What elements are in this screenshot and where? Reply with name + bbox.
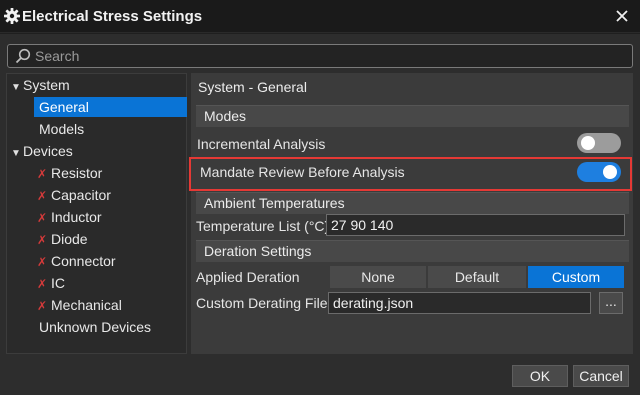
- deration-option-default[interactable]: Default: [428, 266, 526, 288]
- tree-node-inductor[interactable]: ✗ Inductor: [37, 207, 102, 227]
- window-title: Electrical Stress Settings: [22, 8, 203, 25]
- temperature-list-label: Temperature List (°C): [196, 218, 330, 234]
- section-modes: Modes: [196, 105, 629, 127]
- tree-node-label: Diode: [51, 231, 88, 247]
- tree-node-label: System: [23, 77, 70, 93]
- tree-node-label: Capacitor: [51, 187, 111, 203]
- close-icon[interactable]: [614, 8, 630, 24]
- tree-node-general[interactable]: General: [34, 97, 187, 117]
- device-icon: ✗: [37, 189, 48, 203]
- tree-node-label: Connector: [51, 253, 116, 269]
- incremental-analysis-toggle[interactable]: [577, 133, 621, 153]
- settings-tree: ▼ System General Models ▼ Devices ✗ Resisto…: [6, 73, 187, 354]
- applied-deration-label: Applied Deration: [196, 269, 300, 285]
- search-box[interactable]: [7, 44, 633, 68]
- tree-node-label: Resistor: [51, 165, 103, 181]
- tree-node-resistor[interactable]: ✗ Resistor: [37, 163, 102, 183]
- tree-node-label: Mechanical: [51, 297, 122, 313]
- device-icon: ✗: [37, 255, 48, 269]
- cancel-button[interactable]: Cancel: [573, 365, 629, 387]
- device-icon: ✗: [37, 167, 48, 181]
- tree-node-label: Unknown Devices: [39, 319, 152, 335]
- tree-node-label: General: [39, 99, 89, 115]
- device-icon: ✗: [37, 277, 48, 291]
- toggle-knob: [603, 165, 617, 179]
- ok-button[interactable]: OK: [512, 365, 568, 387]
- tree-node-capacitor[interactable]: ✗ Capacitor: [37, 185, 111, 205]
- deration-option-custom[interactable]: Custom: [528, 266, 624, 288]
- tree-node-label: Inductor: [51, 209, 102, 225]
- search-input[interactable]: [35, 47, 625, 65]
- device-icon: ✗: [37, 233, 48, 247]
- tree-node-diode[interactable]: ✗ Diode: [37, 229, 88, 249]
- custom-derating-file-field[interactable]: [328, 292, 591, 314]
- browse-button[interactable]: ...: [599, 292, 623, 314]
- custom-derating-file-label: Custom Derating File: [196, 295, 328, 311]
- expand-arrow-icon[interactable]: ▼: [11, 144, 23, 164]
- tree-node-label: Models: [39, 121, 85, 137]
- tree-node-connector[interactable]: ✗ Connector: [37, 251, 116, 271]
- device-icon: ✗: [37, 211, 48, 225]
- title-bar: Electrical Stress Settings: [0, 0, 640, 33]
- tree-node-ic[interactable]: ✗ IC: [37, 273, 65, 293]
- temperature-list-field[interactable]: [326, 214, 625, 236]
- section-title: Modes: [204, 108, 247, 124]
- deration-option-none[interactable]: None: [330, 266, 426, 288]
- settings-panel: System - General Modes Incremental Analy…: [189, 73, 633, 354]
- toggle-knob: [581, 136, 595, 150]
- expand-arrow-icon[interactable]: ▼: [11, 78, 23, 98]
- tree-node-label: IC: [51, 275, 65, 291]
- search-icon: [15, 48, 31, 64]
- section-ambient-temperatures: Ambient Temperatures: [196, 192, 629, 214]
- tree-node-devices[interactable]: ▼ Devices: [11, 141, 73, 161]
- section-deration-settings: Deration Settings: [196, 240, 629, 262]
- tree-node-mechanical[interactable]: ✗ Mechanical: [37, 295, 122, 315]
- section-title: Deration Settings: [204, 243, 312, 259]
- gear-icon: [4, 8, 20, 24]
- mandate-review-toggle[interactable]: [577, 162, 621, 182]
- mandate-review-label: Mandate Review Before Analysis: [200, 164, 405, 180]
- incremental-analysis-label: Incremental Analysis: [197, 136, 326, 152]
- section-title: Ambient Temperatures: [204, 195, 345, 211]
- tree-node-system[interactable]: ▼ System: [11, 75, 70, 95]
- dialog-body: ▼System General Models ▼Devices ✗Resisto…: [0, 34, 640, 395]
- panel-heading: System - General: [198, 79, 307, 95]
- device-icon: ✗: [37, 299, 48, 313]
- tree-node-models[interactable]: Models: [39, 119, 84, 139]
- tree-node-unknown-devices[interactable]: Unknown Devices: [39, 317, 151, 337]
- tree-node-label: Devices: [23, 143, 73, 159]
